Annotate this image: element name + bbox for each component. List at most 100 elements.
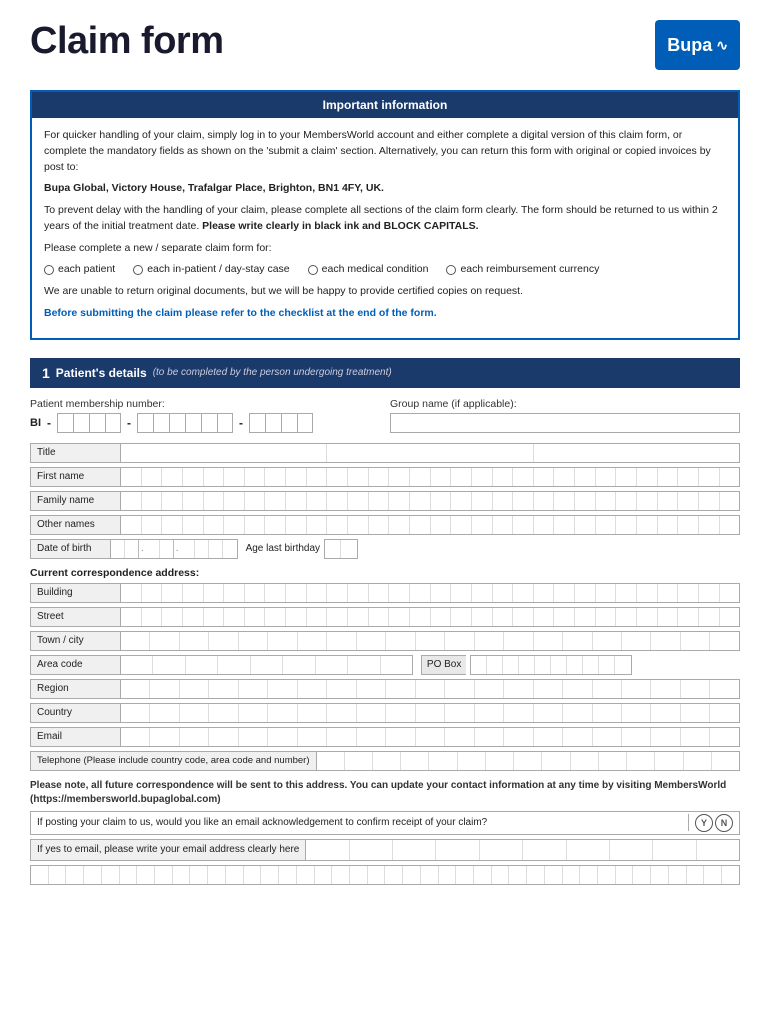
- addr-cell[interactable]: [504, 728, 533, 746]
- addr-cell[interactable]: [451, 608, 472, 626]
- addr-cell[interactable]: [445, 632, 474, 650]
- mem-cell[interactable]: [281, 413, 297, 433]
- addr-cell[interactable]: [357, 728, 386, 746]
- tel-cell[interactable]: [627, 752, 655, 770]
- name-cell[interactable]: [245, 468, 266, 486]
- area-cell[interactable]: [121, 656, 153, 674]
- addr-cell[interactable]: [534, 680, 563, 698]
- po-cell[interactable]: [567, 656, 583, 674]
- addr-cell[interactable]: [678, 608, 699, 626]
- email-write-cell[interactable]: [393, 840, 436, 860]
- town-row[interactable]: Town / city: [30, 631, 740, 651]
- name-cell[interactable]: [162, 468, 183, 486]
- name-cell[interactable]: [575, 492, 596, 510]
- addr-cell[interactable]: [121, 632, 150, 650]
- tel-cell[interactable]: [571, 752, 599, 770]
- addr-cell[interactable]: [554, 608, 575, 626]
- mem-cell[interactable]: [137, 413, 153, 433]
- name-cell[interactable]: [204, 492, 225, 510]
- name-cell[interactable]: [534, 468, 555, 486]
- mem-group3[interactable]: [249, 413, 313, 433]
- addr-cell[interactable]: [563, 680, 592, 698]
- tel-cell[interactable]: [514, 752, 542, 770]
- country-cells[interactable]: [121, 704, 739, 722]
- title-cell[interactable]: [534, 444, 739, 462]
- addr-cell[interactable]: [307, 608, 328, 626]
- addr-cell[interactable]: [710, 704, 738, 722]
- email-write-cells[interactable]: [306, 840, 739, 860]
- addr-cell[interactable]: [121, 584, 142, 602]
- name-cell[interactable]: [616, 516, 637, 534]
- addr-cell[interactable]: [162, 584, 183, 602]
- addr-cell[interactable]: [563, 632, 592, 650]
- addr-cell[interactable]: [534, 584, 555, 602]
- addr-cell[interactable]: [699, 584, 720, 602]
- addr-cell[interactable]: [209, 728, 238, 746]
- name-cell[interactable]: [678, 492, 699, 510]
- addr-cell[interactable]: [720, 584, 740, 602]
- addr-cell[interactable]: [575, 608, 596, 626]
- name-cell[interactable]: [431, 468, 452, 486]
- mem-cell[interactable]: [201, 413, 217, 433]
- region-row[interactable]: Region: [30, 679, 740, 699]
- addr-cell[interactable]: [142, 608, 163, 626]
- addr-cell[interactable]: [327, 632, 356, 650]
- addr-cell[interactable]: [121, 608, 142, 626]
- addr-cell[interactable]: [389, 584, 410, 602]
- mem-cell[interactable]: [153, 413, 169, 433]
- addr-cell[interactable]: [162, 608, 183, 626]
- name-cell[interactable]: [554, 468, 575, 486]
- region-cells[interactable]: [121, 680, 739, 698]
- mem-cell[interactable]: [105, 413, 121, 433]
- mem-cell[interactable]: [217, 413, 233, 433]
- building-cells[interactable]: [121, 584, 739, 602]
- email-write-cell[interactable]: [523, 840, 566, 860]
- addr-cell[interactable]: [183, 584, 204, 602]
- addr-cell[interactable]: [298, 632, 327, 650]
- addr-cell[interactable]: [239, 680, 268, 698]
- addr-cell[interactable]: [150, 728, 179, 746]
- addr-cell[interactable]: [513, 608, 534, 626]
- dob-y3[interactable]: [209, 540, 223, 558]
- name-cell[interactable]: [616, 468, 637, 486]
- area-code-inner[interactable]: Area code: [30, 655, 413, 675]
- po-cell[interactable]: [583, 656, 599, 674]
- name-cell[interactable]: [286, 468, 307, 486]
- addr-cell[interactable]: [357, 680, 386, 698]
- email-write-cell[interactable]: [653, 840, 696, 860]
- name-cell[interactable]: [307, 468, 328, 486]
- mem-cell[interactable]: [73, 413, 89, 433]
- name-cell[interactable]: [472, 468, 493, 486]
- addr-cell[interactable]: [416, 704, 445, 722]
- mem-cell[interactable]: [57, 413, 73, 433]
- name-cell[interactable]: [575, 468, 596, 486]
- name-cell[interactable]: [637, 516, 658, 534]
- addr-cell[interactable]: [513, 584, 534, 602]
- name-cell[interactable]: [265, 492, 286, 510]
- addr-cell[interactable]: [431, 584, 452, 602]
- telephone-row[interactable]: Telephone (Please include country code, …: [30, 751, 740, 771]
- family-name-cells[interactable]: [121, 492, 739, 510]
- telephone-cells[interactable]: [317, 752, 739, 770]
- addr-cell[interactable]: [534, 704, 563, 722]
- name-cell[interactable]: [327, 516, 348, 534]
- addr-cell[interactable]: [622, 728, 651, 746]
- addr-cell[interactable]: [327, 608, 348, 626]
- addr-cell[interactable]: [616, 608, 637, 626]
- addr-cell[interactable]: [245, 608, 266, 626]
- addr-cell[interactable]: [386, 632, 415, 650]
- tel-cell[interactable]: [345, 752, 373, 770]
- title-cell[interactable]: [121, 444, 327, 462]
- addr-cell[interactable]: [504, 680, 533, 698]
- name-cell[interactable]: [204, 468, 225, 486]
- tel-cell[interactable]: [486, 752, 514, 770]
- name-cell[interactable]: [142, 492, 163, 510]
- addr-cell[interactable]: [224, 584, 245, 602]
- first-name-row[interactable]: First name: [30, 467, 740, 487]
- name-cell[interactable]: [142, 516, 163, 534]
- name-cell[interactable]: [307, 516, 328, 534]
- addr-cell[interactable]: [678, 584, 699, 602]
- name-cell[interactable]: [369, 516, 390, 534]
- dob-d1[interactable]: [111, 540, 125, 558]
- name-cell[interactable]: [410, 516, 431, 534]
